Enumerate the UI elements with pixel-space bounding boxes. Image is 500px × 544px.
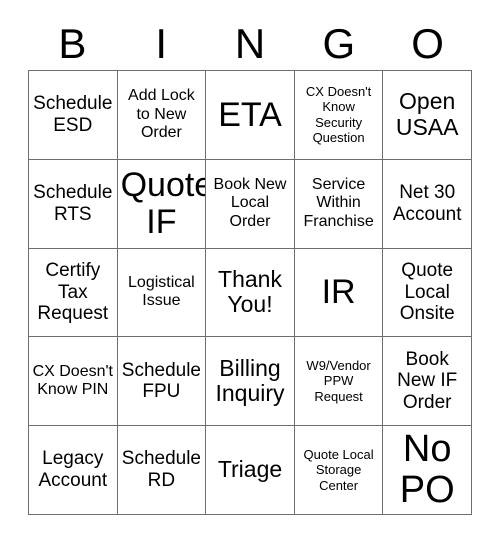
bingo-cell-label: W9/Vendor PPW Request bbox=[306, 357, 371, 405]
bingo-cell[interactable]: Schedule ESD bbox=[29, 71, 118, 160]
bingo-cell[interactable]: Add Lock to New Order bbox=[117, 71, 207, 160]
bingo-cell[interactable]: Schedule RD bbox=[117, 426, 207, 515]
bingo-cell-label: Schedule RD bbox=[121, 448, 201, 492]
bingo-cell[interactable]: Legacy Account bbox=[29, 426, 118, 515]
bingo-cell-label: Logistical Issue bbox=[128, 273, 195, 310]
header-letter-label: G bbox=[322, 20, 356, 67]
bingo-cell-label: Billing Inquiry bbox=[215, 354, 285, 407]
bingo-grid: Schedule ESD Add Lock to New Order ETA C… bbox=[28, 70, 472, 515]
bingo-cell-label: Add Lock to New Order bbox=[128, 87, 195, 142]
bingo-cell-label: Quote Local Storage Center bbox=[303, 446, 374, 493]
header-letter-label: N bbox=[234, 20, 266, 67]
bingo-cell-label: Schedule ESD bbox=[33, 93, 113, 136]
bingo-cell-label: Service Within Franchise bbox=[303, 175, 374, 230]
bingo-cell[interactable]: Logistical Issue bbox=[117, 248, 207, 338]
bingo-cell-label: IR bbox=[321, 273, 356, 312]
bingo-cell[interactable]: Thank You! bbox=[206, 248, 295, 338]
bingo-cell[interactable]: Certify Tax Request bbox=[29, 248, 118, 338]
bingo-cell-label: Quote IF bbox=[120, 165, 207, 241]
bingo-cell-label: Quote Local Onsite bbox=[399, 260, 455, 325]
bingo-cell-label: Thank You! bbox=[218, 265, 282, 318]
header-letter-label: O bbox=[411, 20, 444, 67]
bingo-cell-label: Triage bbox=[217, 456, 283, 483]
bingo-cell-label: ETA bbox=[218, 95, 282, 134]
bingo-cell[interactable]: Schedule FPU bbox=[117, 337, 207, 427]
bingo-card: B I N G O Schedule ESD Add Lock to New O… bbox=[0, 0, 500, 544]
bingo-cell[interactable]: ETA bbox=[206, 71, 295, 160]
header-letter-label: I bbox=[155, 20, 168, 67]
bingo-cell-label: Open USAA bbox=[395, 88, 459, 140]
bingo-cell[interactable]: CX Doesn't Know Security Question bbox=[294, 71, 384, 160]
bingo-cell[interactable]: W9/Vendor PPW Request bbox=[294, 337, 384, 427]
bingo-cell[interactable]: No PO bbox=[383, 426, 472, 515]
bingo-cell-label: No PO bbox=[399, 428, 455, 512]
bingo-cell[interactable]: Book New IF Order bbox=[383, 337, 472, 427]
header-letter-label: B bbox=[58, 20, 87, 67]
bingo-cell[interactable]: Book New Local Order bbox=[206, 159, 295, 249]
bingo-cell[interactable]: Service Within Franchise bbox=[294, 159, 384, 249]
bingo-header-letter-n: N bbox=[206, 18, 295, 70]
bingo-cell-label: Schedule RTS bbox=[33, 182, 113, 225]
bingo-header-letter-i: I bbox=[117, 18, 206, 70]
bingo-cell[interactable]: Quote Local Onsite bbox=[383, 248, 472, 338]
bingo-cell-label: Book New Local Order bbox=[213, 175, 287, 230]
bingo-cell[interactable]: Schedule RTS bbox=[29, 159, 118, 249]
bingo-cell[interactable]: Billing Inquiry bbox=[206, 337, 295, 427]
bingo-cell-label: Schedule FPU bbox=[121, 359, 201, 403]
bingo-header-letter-g: G bbox=[294, 18, 383, 70]
bingo-header: B I N G O bbox=[28, 18, 472, 70]
bingo-cell-label: Certify Tax Request bbox=[37, 260, 109, 325]
bingo-header-letter-b: B bbox=[28, 18, 117, 70]
bingo-cell[interactable]: Net 30 Account bbox=[383, 159, 472, 249]
bingo-cell[interactable]: Triage bbox=[206, 426, 295, 515]
bingo-cell[interactable]: Quote IF bbox=[117, 159, 207, 249]
bingo-cell-label: Legacy Account bbox=[38, 448, 108, 492]
bingo-cell[interactable]: IR bbox=[294, 248, 384, 338]
bingo-cell-label: CX Doesn't Know Security Question bbox=[305, 83, 372, 146]
bingo-header-letter-o: O bbox=[383, 18, 472, 70]
bingo-cell[interactable]: Open USAA bbox=[383, 71, 472, 160]
bingo-cell[interactable]: Quote Local Storage Center bbox=[294, 426, 384, 515]
bingo-cell-label: CX Doesn't Know PIN bbox=[32, 362, 113, 399]
bingo-cell-label: Book New IF Order bbox=[397, 348, 458, 414]
bingo-cell-label: Net 30 Account bbox=[392, 182, 462, 225]
bingo-cell[interactable]: CX Doesn't Know PIN bbox=[29, 337, 118, 427]
